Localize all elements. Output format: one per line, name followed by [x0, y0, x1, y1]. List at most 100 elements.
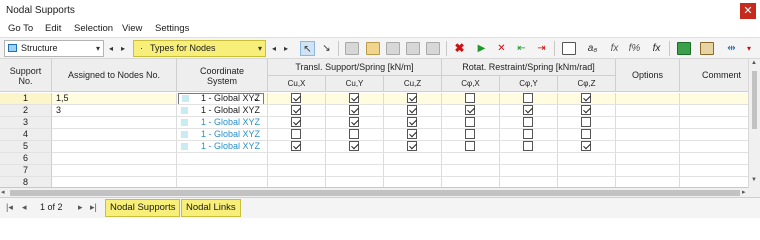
restraint-checkbox[interactable] — [523, 105, 533, 115]
formula-check-icon[interactable]: fx — [649, 41, 664, 56]
restraint-cell[interactable] — [268, 153, 326, 165]
vertical-scrollbar[interactable]: ▲ ▼ — [748, 59, 760, 188]
menu-selection[interactable]: Selection — [74, 23, 113, 34]
delete-icon[interactable]: ✖ — [452, 41, 467, 56]
options-cell[interactable] — [616, 165, 680, 177]
coord-system-cell[interactable]: 1 - Global XYZ — [177, 105, 268, 117]
nodes-cell[interactable] — [52, 165, 177, 177]
header-cphiz[interactable]: Cφ,Z — [558, 76, 616, 92]
coord-system-cell[interactable] — [177, 177, 268, 187]
menu-view[interactable]: View — [122, 23, 142, 34]
restraint-checkbox[interactable] — [523, 93, 533, 103]
restraint-cell[interactable] — [442, 141, 500, 153]
restraint-cell[interactable] — [558, 141, 616, 153]
export-icon[interactable]: ⇥ — [534, 41, 549, 56]
scroll-up-icon[interactable]: ▲ — [751, 60, 757, 66]
restraint-checkbox[interactable] — [523, 141, 533, 151]
restraint-cell[interactable] — [558, 153, 616, 165]
tab-nodal-links[interactable]: Nodal Links — [181, 199, 241, 217]
restraint-cell[interactable] — [558, 93, 616, 105]
restraint-checkbox[interactable] — [407, 105, 417, 115]
restraint-cell[interactable] — [442, 93, 500, 105]
header-cphiy[interactable]: Cφ,Y — [500, 76, 558, 92]
restraint-checkbox[interactable] — [465, 141, 475, 151]
menu-go-to[interactable]: Go To — [8, 23, 33, 34]
nodes-cell[interactable] — [52, 141, 177, 153]
restraint-checkbox[interactable] — [581, 93, 591, 103]
restraint-cell[interactable] — [558, 129, 616, 141]
nodes-cell[interactable]: 3 — [52, 105, 177, 117]
first-page-icon[interactable]: |◂ — [6, 202, 13, 213]
restraint-cell[interactable] — [558, 105, 616, 117]
restraint-cell[interactable] — [384, 117, 442, 129]
import-icon[interactable]: ⇤ — [514, 41, 529, 56]
restraint-cell[interactable] — [326, 105, 384, 117]
restraint-cell[interactable] — [384, 165, 442, 177]
formula-edit-icon[interactable]: f% — [627, 41, 642, 56]
restraint-checkbox[interactable] — [407, 141, 417, 151]
restraint-cell[interactable] — [326, 165, 384, 177]
delete-row-icon[interactable]: ✕ — [494, 41, 509, 56]
folder-table-icon[interactable] — [366, 42, 380, 55]
restraint-cell[interactable] — [442, 129, 500, 141]
options-cell[interactable] — [616, 93, 680, 105]
tab-nodal-supports[interactable]: Nodal Supports — [105, 199, 181, 217]
restraint-cell[interactable] — [268, 177, 326, 187]
restraint-checkbox[interactable] — [349, 93, 359, 103]
insert-row-icon[interactable]: ▶ — [474, 41, 489, 56]
restraint-checkbox[interactable] — [291, 117, 301, 127]
restraint-checkbox[interactable] — [291, 105, 301, 115]
nodes-cell[interactable] — [52, 129, 177, 141]
restraint-cell[interactable] — [442, 153, 500, 165]
restraint-checkbox[interactable] — [349, 117, 359, 127]
restraint-checkbox[interactable] — [581, 141, 591, 151]
restraint-cell[interactable] — [268, 93, 326, 105]
restraint-cell[interactable] — [558, 117, 616, 129]
restraint-checkbox[interactable] — [581, 117, 591, 127]
restraint-checkbox[interactable] — [291, 141, 301, 151]
excel-icon[interactable] — [677, 42, 691, 55]
restraint-cell[interactable] — [268, 105, 326, 117]
print-icon[interactable] — [700, 42, 714, 55]
options-cell[interactable] — [616, 153, 680, 165]
restraint-cell[interactable] — [442, 117, 500, 129]
coord-system-dropdown[interactable]: 1 - Global XYZ ⌄ — [178, 93, 264, 104]
restraint-cell[interactable] — [326, 117, 384, 129]
restraint-cell[interactable] — [500, 105, 558, 117]
restraint-checkbox[interactable] — [349, 141, 359, 151]
restraint-cell[interactable] — [268, 117, 326, 129]
restraint-checkbox[interactable] — [523, 129, 533, 139]
restraint-cell[interactable] — [268, 141, 326, 153]
restraint-cell[interactable] — [384, 177, 442, 187]
restraint-cell[interactable] — [500, 93, 558, 105]
menu-settings[interactable]: Settings — [155, 23, 189, 34]
restraint-cell[interactable] — [558, 177, 616, 187]
abc-sort-icon[interactable]: a₆ — [585, 41, 600, 56]
coord-system-cell[interactable]: 1 - Global XYZ ⌄ — [177, 93, 268, 105]
restraint-checkbox[interactable] — [291, 93, 301, 103]
options-cell[interactable] — [616, 117, 680, 129]
menu-edit[interactable]: Edit — [45, 23, 61, 34]
scroll-down-icon[interactable]: ▼ — [751, 177, 757, 183]
last-page-icon[interactable]: ▸| — [90, 202, 97, 213]
restraint-checkbox[interactable] — [465, 129, 475, 139]
restraint-cell[interactable] — [500, 177, 558, 187]
more-icon[interactable]: ▾ — [744, 41, 754, 56]
table-copy-icon[interactable] — [406, 42, 420, 55]
structure-combo[interactable]: Structure ▾ — [4, 40, 104, 57]
table-paste-icon[interactable] — [426, 42, 440, 55]
restraint-checkbox[interactable] — [465, 105, 475, 115]
types-combo[interactable]: · Types for Nodes ▾ — [133, 40, 266, 57]
restraint-checkbox[interactable] — [407, 93, 417, 103]
restraint-cell[interactable] — [326, 93, 384, 105]
coord-system-cell[interactable] — [177, 165, 268, 177]
restraint-cell[interactable] — [558, 165, 616, 177]
restraint-cell[interactable] — [442, 165, 500, 177]
options-cell[interactable] — [616, 129, 680, 141]
restraint-cell[interactable] — [442, 105, 500, 117]
restraint-cell[interactable] — [500, 141, 558, 153]
prev-arrow-icon[interactable]: ◂ — [106, 41, 116, 56]
coord-system-cell[interactable] — [177, 153, 268, 165]
nodes-cell[interactable] — [52, 153, 177, 165]
columns-icon[interactable]: ⇹ — [724, 41, 739, 56]
